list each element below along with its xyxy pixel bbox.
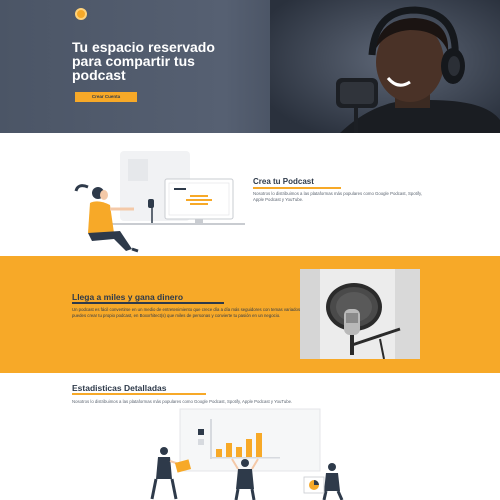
podcaster-photo bbox=[270, 0, 500, 133]
podcaster-desk-illustration bbox=[74, 151, 245, 253]
reach-title: Llega a miles y gana dinero bbox=[72, 292, 184, 302]
title-underline bbox=[253, 187, 341, 189]
create-podcast-section: Crea tu Podcast Nosotros lo distribuimos… bbox=[0, 133, 500, 256]
microphone-logo-icon[interactable] bbox=[75, 8, 87, 20]
create-podcast-title: Crea tu Podcast bbox=[253, 177, 314, 186]
stats-title: Estadisticas Detalladas bbox=[72, 383, 167, 393]
reach-description: Un podcast es fácil convertirse en un me… bbox=[72, 307, 301, 318]
hero-banner: Tu espacio reservado para compartir tus … bbox=[0, 0, 500, 133]
stats-section: Estadisticas Detalladas Nosotros lo dist… bbox=[0, 373, 500, 500]
title-underline bbox=[72, 393, 206, 395]
studio-microphone-photo bbox=[300, 269, 420, 359]
team-analytics-illustration bbox=[150, 408, 344, 500]
title-underline bbox=[72, 302, 224, 304]
hero-title: Tu espacio reservado para compartir tus … bbox=[72, 39, 215, 83]
reach-section: Llega a miles y gana dinero Un podcast e… bbox=[0, 256, 500, 373]
create-podcast-description: Nosotros lo distribuimos a las plataform… bbox=[253, 191, 423, 202]
create-account-button[interactable]: Crear Cuenta bbox=[75, 92, 137, 102]
